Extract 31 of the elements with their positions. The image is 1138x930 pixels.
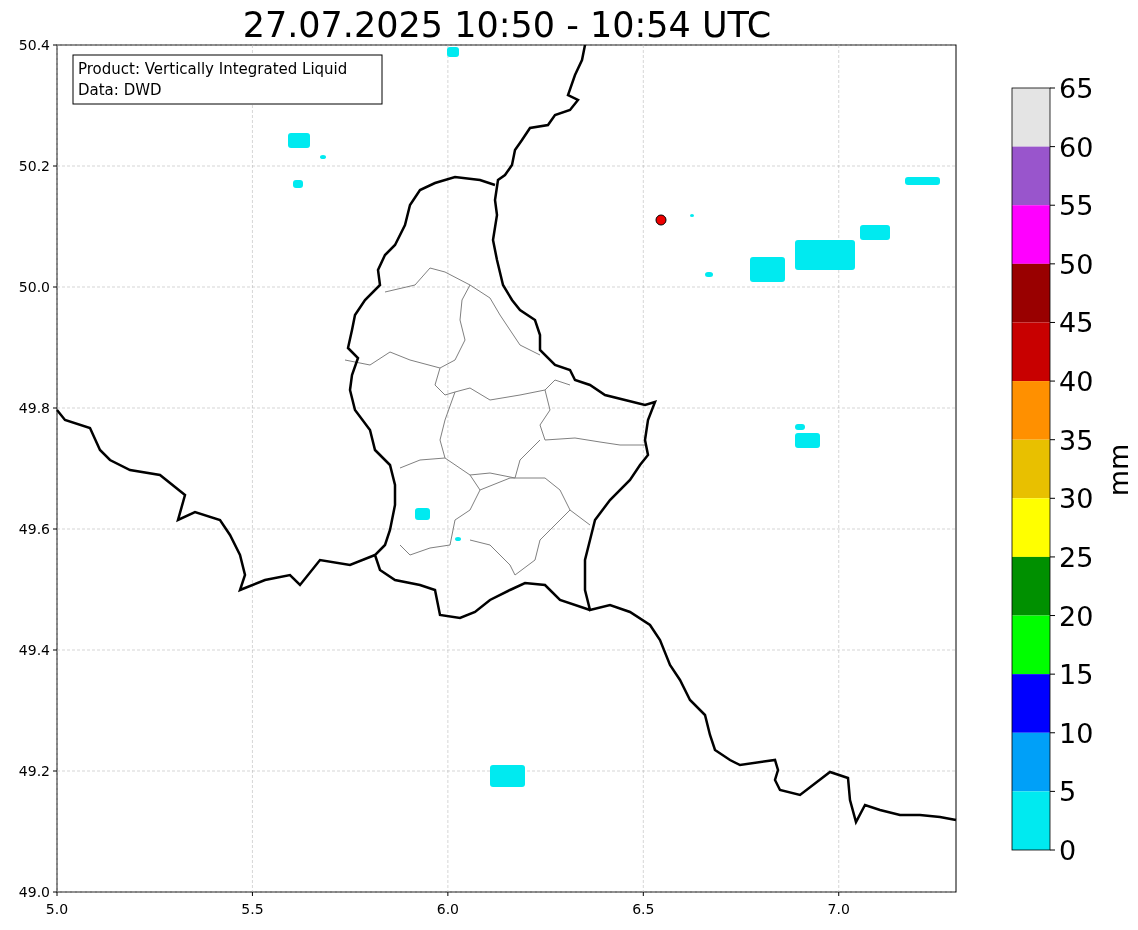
x-axis-tick-label: 5.0 <box>45 901 69 917</box>
y-axis-tick-label: 49.4 <box>18 642 50 658</box>
colorbar-tick-label: 25 <box>1059 541 1094 573</box>
x-axis-tick-label: 5.5 <box>241 901 264 917</box>
legend-text: Data: DWD <box>78 81 162 99</box>
colorbar-tick-label: 55 <box>1059 190 1094 222</box>
chart-title: 27.07.2025 10:50 - 10:54 UTC <box>242 5 772 45</box>
y-axis-tick-label: 49.6 <box>18 521 50 537</box>
colorbar-tick-label: 35 <box>1059 424 1094 456</box>
colorbar-tick-label: 5 <box>1059 776 1077 808</box>
y-axis-tick-label: 50.4 <box>18 37 50 53</box>
colorbar-tick-label: 10 <box>1059 717 1094 749</box>
x-axis-tick-label: 6.5 <box>632 901 655 917</box>
legend-text: Product: Vertically Integrated Liquid <box>78 60 348 78</box>
y-axis-tick-label: 50.0 <box>18 279 50 295</box>
colorbar-tick-label: 40 <box>1059 366 1094 398</box>
y-axis-tick-label: 49.2 <box>18 763 50 779</box>
colorbar-tick-label: 20 <box>1059 600 1094 632</box>
x-axis-tick-label: 7.0 <box>827 901 850 917</box>
colorbar-tick-label: 0 <box>1059 835 1077 866</box>
colorbar-tick-label: 30 <box>1059 483 1094 515</box>
colorbar-tick-label: 60 <box>1059 131 1094 163</box>
y-axis-tick-label: 49.8 <box>18 400 50 416</box>
colorbar-label: mm <box>1103 443 1134 497</box>
x-axis-tick-label: 6.0 <box>436 901 459 917</box>
y-axis-tick-label: 49.0 <box>18 884 50 900</box>
colorbar-tick-label: 50 <box>1059 248 1094 280</box>
colorbar-tick-label: 45 <box>1059 307 1094 339</box>
colorbar-tick-label: 15 <box>1059 659 1094 691</box>
colorbar-tick-label: 65 <box>1059 73 1094 104</box>
y-axis-tick-label: 50.2 <box>18 158 50 174</box>
